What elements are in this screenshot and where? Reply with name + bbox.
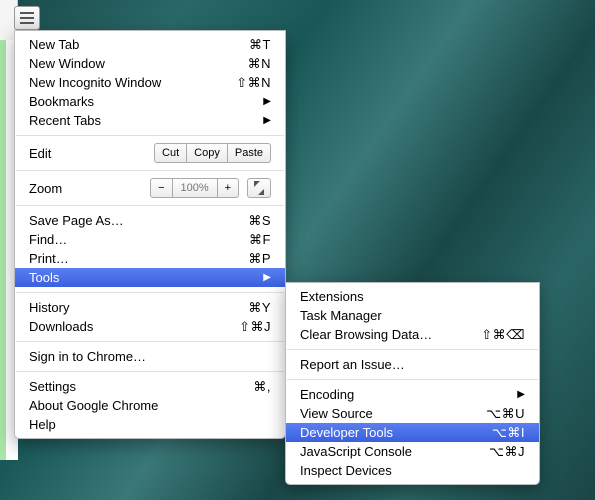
cut-button[interactable]: Cut (154, 143, 187, 163)
menu-label: Inspect Devices (300, 463, 525, 478)
menu-label: Print… (29, 251, 248, 266)
menu-item-new-incognito[interactable]: New Incognito Window ⇧⌘N (15, 73, 285, 92)
menu-shortcut: ⇧⌘⌫ (481, 327, 525, 343)
submenu-item-encoding[interactable]: Encoding ▶ (286, 385, 539, 404)
menu-item-help[interactable]: Help (15, 415, 285, 434)
menu-label: Help (29, 417, 271, 432)
menu-item-bookmarks[interactable]: Bookmarks ▶ (15, 92, 285, 111)
zoom-value: 100% (173, 178, 217, 198)
menu-label: Tools (29, 270, 263, 285)
menu-item-downloads[interactable]: Downloads ⇧⌘J (15, 317, 285, 336)
submenu-item-developer-tools[interactable]: Developer Tools ⌥⌘I (286, 423, 539, 442)
menu-label: Extensions (300, 289, 525, 304)
menu-item-tools[interactable]: Tools ▶ (15, 268, 285, 287)
menu-label: New Window (29, 56, 248, 71)
menu-separator (16, 205, 284, 206)
submenu-item-view-source[interactable]: View Source ⌥⌘U (286, 404, 539, 423)
menu-item-recent-tabs[interactable]: Recent Tabs ▶ (15, 111, 285, 130)
menu-label: New Incognito Window (29, 75, 236, 90)
menu-shortcut: ⌘P (248, 251, 271, 267)
menu-separator (16, 292, 284, 293)
menu-label: Settings (29, 379, 253, 394)
menu-item-about[interactable]: About Google Chrome (15, 396, 285, 415)
submenu-item-js-console[interactable]: JavaScript Console ⌥⌘J (286, 442, 539, 461)
menu-label: JavaScript Console (300, 444, 489, 459)
submenu-arrow-icon: ▶ (517, 389, 525, 400)
menu-item-signin[interactable]: Sign in to Chrome… (15, 347, 285, 366)
menu-separator (287, 379, 538, 380)
menu-label: Developer Tools (300, 425, 492, 440)
menu-shortcut: ⇧⌘J (239, 319, 271, 335)
edit-button-group: Cut Copy Paste (154, 143, 271, 163)
menu-item-zoom: Zoom − 100% + (15, 176, 285, 200)
submenu-item-inspect-devices[interactable]: Inspect Devices (286, 461, 539, 480)
submenu-item-clear-browsing[interactable]: Clear Browsing Data… ⇧⌘⌫ (286, 325, 539, 344)
chrome-menu-button[interactable] (14, 6, 40, 30)
menu-label: About Google Chrome (29, 398, 271, 413)
chrome-main-menu: New Tab ⌘T New Window ⌘N New Incognito W… (14, 30, 286, 439)
submenu-item-task-manager[interactable]: Task Manager (286, 306, 539, 325)
tools-submenu: Extensions Task Manager Clear Browsing D… (285, 282, 540, 485)
menu-shortcut: ⇧⌘N (236, 75, 271, 91)
menu-separator (16, 341, 284, 342)
menu-label: Edit (29, 146, 154, 161)
menu-shortcut: ⌘F (249, 232, 271, 248)
fullscreen-icon (255, 182, 263, 194)
menu-label: Recent Tabs (29, 113, 263, 128)
menu-label: Find… (29, 232, 249, 247)
menu-label: Bookmarks (29, 94, 263, 109)
menu-shortcut: ⌥⌘U (486, 406, 525, 422)
paste-button[interactable]: Paste (228, 143, 271, 163)
menu-shortcut: ⌘Y (248, 300, 271, 316)
menu-label: History (29, 300, 248, 315)
submenu-arrow-icon: ▶ (263, 115, 271, 126)
submenu-arrow-icon: ▶ (263, 96, 271, 107)
menu-item-settings[interactable]: Settings ⌘, (15, 377, 285, 396)
menu-label: Task Manager (300, 308, 525, 323)
menu-separator (16, 170, 284, 171)
menu-shortcut: ⌘, (253, 379, 271, 395)
copy-button[interactable]: Copy (187, 143, 228, 163)
hamburger-icon (20, 12, 34, 14)
menu-label: Report an Issue… (300, 357, 525, 372)
fullscreen-button[interactable] (247, 178, 271, 198)
menu-label: Downloads (29, 319, 239, 334)
menu-item-edit: Edit Cut Copy Paste (15, 141, 285, 165)
menu-shortcut: ⌥⌘I (492, 425, 525, 441)
submenu-item-extensions[interactable]: Extensions (286, 287, 539, 306)
menu-item-new-window[interactable]: New Window ⌘N (15, 54, 285, 73)
menu-item-save-page[interactable]: Save Page As… ⌘S (15, 211, 285, 230)
submenu-arrow-icon: ▶ (263, 272, 271, 283)
menu-label: Save Page As… (29, 213, 248, 228)
menu-separator (287, 349, 538, 350)
menu-label: View Source (300, 406, 486, 421)
menu-label: Sign in to Chrome… (29, 349, 271, 364)
submenu-item-report-issue[interactable]: Report an Issue… (286, 355, 539, 374)
zoom-button-group: − 100% + (150, 178, 239, 198)
menu-shortcut: ⌥⌘J (489, 444, 525, 460)
menu-label: New Tab (29, 37, 249, 52)
menu-item-history[interactable]: History ⌘Y (15, 298, 285, 317)
menu-shortcut: ⌘T (249, 37, 271, 53)
menu-separator (16, 371, 284, 372)
menu-shortcut: ⌘N (248, 56, 271, 72)
menu-item-new-tab[interactable]: New Tab ⌘T (15, 35, 285, 54)
menu-separator (16, 135, 284, 136)
menu-shortcut: ⌘S (248, 213, 271, 229)
menu-label: Zoom (29, 181, 150, 196)
menu-label: Encoding (300, 387, 517, 402)
zoom-out-button[interactable]: − (150, 178, 172, 198)
zoom-in-button[interactable]: + (217, 178, 239, 198)
menu-item-print[interactable]: Print… ⌘P (15, 249, 285, 268)
menu-label: Clear Browsing Data… (300, 327, 481, 342)
menu-item-find[interactable]: Find… ⌘F (15, 230, 285, 249)
